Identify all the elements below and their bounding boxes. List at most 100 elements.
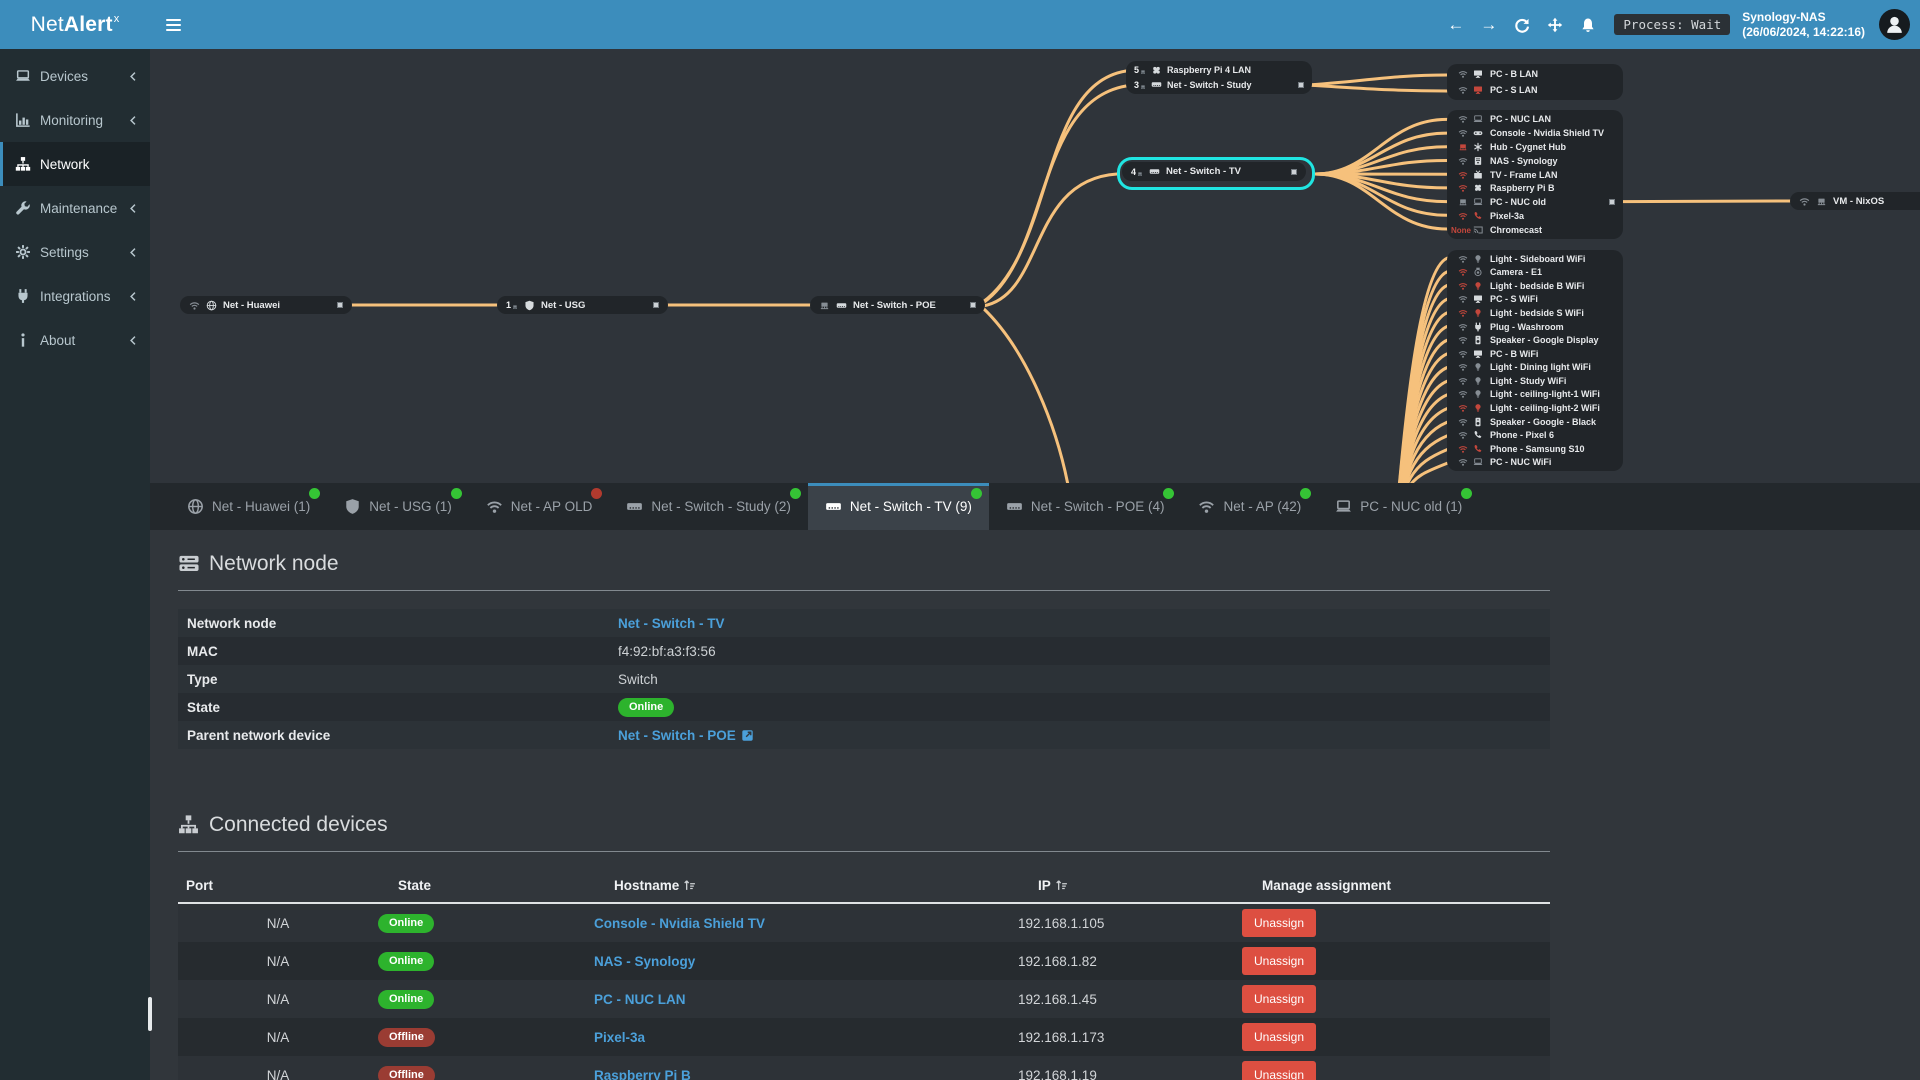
device-label: Light - ceiling-light-2 WiFi — [1490, 402, 1600, 413]
device-label: PC - S LAN — [1490, 85, 1538, 95]
sidebar-item-monitoring[interactable]: Monitoring — [0, 98, 150, 142]
sidebar-item-network[interactable]: Network — [0, 142, 150, 186]
hostname-link[interactable]: Pixel-3a — [594, 1030, 645, 1045]
device-row[interactable]: Speaker - Google Display — [1447, 333, 1623, 347]
node-tv-selected[interactable]: 4 Net - Switch - TV — [1117, 157, 1315, 190]
device-row[interactable]: Light - bedside S WiFi — [1447, 306, 1623, 320]
section-title-text: Connected devices — [209, 813, 388, 836]
node-huawei[interactable]: Net - Huawei — [180, 296, 352, 314]
tab-net-ap-old[interactable]: Net - AP OLD — [469, 483, 610, 530]
user-avatar[interactable] — [1879, 9, 1910, 40]
sidebar-item-settings[interactable]: Settings — [0, 230, 150, 274]
globe-icon — [206, 300, 217, 311]
device-row[interactable]: Phone - Pixel 6 — [1447, 428, 1623, 442]
device-row[interactable]: Light - Dining light WiFi — [1447, 361, 1623, 375]
tab-pc-nuc-old-1-[interactable]: PC - NUC old (1) — [1318, 483, 1479, 530]
sidebar-item-label: Devices — [40, 68, 89, 84]
sort-icon[interactable] — [683, 879, 696, 892]
cluster-study-devices[interactable]: PC - B LAN PC - S LAN — [1447, 64, 1623, 100]
nav-back-button[interactable]: ← — [1439, 0, 1472, 49]
device-row[interactable]: Light - ceiling-light-1 WiFi — [1447, 388, 1623, 402]
port-connector — [1298, 81, 1304, 88]
info-icon — [15, 332, 31, 348]
eth-icon — [1816, 196, 1827, 207]
hostname-link[interactable]: NAS - Synology — [594, 954, 695, 969]
tab-net-switch-tv-9-[interactable]: Net - Switch - TV (9) — [807, 483, 989, 530]
device-row[interactable]: None Chromecast — [1447, 223, 1623, 237]
device-row[interactable]: Console - Nvidia Shield TV — [1447, 126, 1623, 140]
sidebar-item-maintenance[interactable]: Maintenance — [0, 186, 150, 230]
device-row[interactable]: Light - Sideboard WiFi — [1447, 252, 1623, 266]
cluster-node-row[interactable]: 3 Net - Switch - Study — [1126, 78, 1312, 93]
device-row[interactable]: PC - NUC old — [1447, 195, 1623, 209]
move-icon[interactable] — [1538, 0, 1571, 49]
unassign-button[interactable]: Unassign — [1242, 985, 1317, 1013]
cluster-ap-devices[interactable]: Light - Sideboard WiFi Camera - E1 Light -… — [1447, 250, 1623, 471]
sidebar-item-about[interactable]: About — [0, 318, 150, 362]
hostname-link[interactable]: PC - NUC LAN — [594, 992, 686, 1007]
hostname-link[interactable]: Console - Nvidia Shield TV — [594, 916, 765, 931]
device-row[interactable]: PC - B WiFi — [1447, 347, 1623, 361]
device-row[interactable]: Raspberry Pi B — [1447, 181, 1623, 195]
sidebar-toggle[interactable] — [150, 0, 196, 49]
device-row[interactable]: Light - Study WiFi — [1447, 374, 1623, 388]
device-row[interactable]: Light - bedside B WiFi — [1447, 279, 1623, 293]
unassign-button[interactable]: Unassign — [1242, 1023, 1317, 1051]
host-name: Synology-NAS — [1742, 9, 1826, 24]
device-row[interactable]: Pixel-3a — [1447, 209, 1623, 223]
sidebar-item-devices[interactable]: Devices — [0, 54, 150, 98]
wifi-icon — [486, 498, 503, 515]
device-row[interactable]: PC - S WiFi — [1447, 293, 1623, 307]
sidebar-item-integrations[interactable]: Integrations — [0, 274, 150, 318]
node-poe[interactable]: Net - Switch - POE — [810, 296, 985, 314]
detail-value: Switch — [618, 671, 658, 687]
external-link-icon[interactable] — [741, 729, 754, 742]
sort-icon[interactable] — [1055, 879, 1068, 892]
tab-net-switch-study-2-[interactable]: Net - Switch - Study (2) — [609, 483, 808, 530]
cell-port: N/A — [266, 1067, 290, 1080]
tab-net-usg-1-[interactable]: Net - USG (1) — [327, 483, 469, 530]
device-row[interactable]: PC - NUC WiFi — [1447, 455, 1623, 469]
status-dot-green — [970, 488, 982, 499]
device-row[interactable]: Hub - Cygnet Hub — [1447, 140, 1623, 154]
scrollbar-thumb[interactable] — [148, 997, 152, 1031]
cluster-node-row[interactable]: 5 Raspberry Pi 4 LAN — [1126, 63, 1312, 78]
cluster-switch-study[interactable]: 5 Raspberry Pi 4 LAN 3 Net - Switch - Study — [1126, 61, 1312, 94]
device-row[interactable]: Camera - E1 — [1447, 266, 1623, 280]
device-row[interactable]: PC - NUC LAN — [1447, 112, 1623, 126]
column-header-hostname[interactable]: Hostname — [614, 878, 1038, 893]
hostname-link[interactable]: Raspberry Pi B — [594, 1068, 691, 1080]
column-header-ip[interactable]: IP — [1038, 878, 1262, 893]
refresh-icon[interactable] — [1505, 0, 1538, 49]
status-dot-green — [450, 488, 462, 499]
unassign-button[interactable]: Unassign — [1242, 1061, 1317, 1080]
node-link[interactable]: Net - Switch - TV — [618, 616, 725, 631]
host-timestamp: (26/06/2024, 14:22:16) — [1742, 24, 1865, 39]
tab-net-ap-42-[interactable]: Net - AP (42) — [1181, 483, 1318, 530]
parent-node-link[interactable]: Net - Switch - POE — [618, 728, 736, 743]
node-tv[interactable]: 4 Net - Switch - TV — [1122, 162, 1306, 181]
tab-net-huawei-1-[interactable]: Net - Huawei (1) — [170, 483, 327, 530]
device-row[interactable]: PC - B LAN — [1447, 66, 1623, 82]
device-row[interactable]: Plug - Washroom — [1447, 320, 1623, 334]
phone-icon — [1473, 444, 1483, 454]
device-row[interactable]: Phone - Samsung S10 — [1447, 442, 1623, 456]
wifi-icon — [1198, 498, 1215, 515]
unassign-button[interactable]: Unassign — [1242, 909, 1317, 937]
node-usg[interactable]: 1 Net - USG — [497, 296, 668, 314]
nav-forward-button[interactable]: → — [1472, 0, 1505, 49]
raspberry-icon — [1473, 183, 1483, 193]
device-row[interactable]: Light - ceiling-light-2 WiFi — [1447, 401, 1623, 415]
bell-icon[interactable] — [1571, 0, 1604, 49]
tab-net-switch-poe-4-[interactable]: Net - Switch - POE (4) — [989, 483, 1182, 530]
unassign-button[interactable]: Unassign — [1242, 947, 1317, 975]
node-vm[interactable]: VM - NixOS — [1790, 192, 1920, 210]
device-row[interactable]: TV - Frame LAN — [1447, 168, 1623, 182]
device-label: PC - NUC old — [1490, 197, 1546, 208]
device-row[interactable]: NAS - Synology — [1447, 154, 1623, 168]
device-row[interactable]: PC - S LAN — [1447, 82, 1623, 98]
app-logo[interactable]: Net Alert x — [0, 0, 150, 49]
device-row[interactable]: Speaker - Google - Black — [1447, 415, 1623, 429]
cluster-tv-devices[interactable]: PC - NUC LAN Console - Nvidia Shield TV Hu… — [1447, 110, 1623, 239]
bulb-icon — [1473, 403, 1483, 413]
